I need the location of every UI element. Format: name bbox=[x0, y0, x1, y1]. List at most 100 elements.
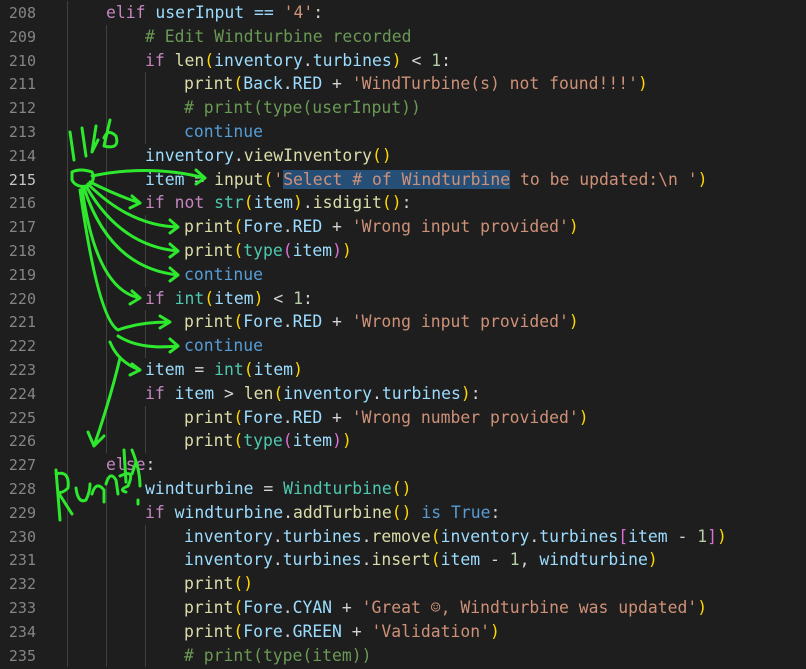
code-text[interactable]: inventory.viewInventory() bbox=[145, 144, 392, 168]
code-line[interactable]: 214 inventory.viewInventory() bbox=[0, 143, 806, 168]
indent-guide bbox=[67, 524, 68, 549]
line-number: 214 bbox=[8, 146, 36, 165]
code-token: . bbox=[282, 407, 293, 427]
code-text[interactable]: print() bbox=[184, 572, 253, 596]
code-token: . bbox=[282, 74, 293, 94]
code-line[interactable]: 218 print(type(item)) bbox=[0, 239, 806, 263]
line-number: 229 bbox=[8, 503, 36, 522]
code-text[interactable]: continue bbox=[184, 120, 263, 144]
code-text[interactable]: continue bbox=[184, 263, 263, 287]
code-text[interactable]: continue bbox=[184, 334, 263, 358]
indent-guide bbox=[106, 619, 107, 644]
code-text[interactable]: if not str(item).isdigit(): bbox=[145, 191, 412, 215]
code-token: ) bbox=[716, 526, 727, 546]
code-line[interactable]: 226 print(type(item)) bbox=[0, 429, 806, 454]
code-line[interactable]: 221 print(Fore.RED + 'Wrong input provide… bbox=[0, 310, 806, 335]
code-token: inventory bbox=[184, 526, 273, 546]
code-line[interactable]: 215 item = input('Select # of Windturbine… bbox=[0, 167, 806, 192]
code-text[interactable]: inventory.turbines.insert(item - 1, wind… bbox=[184, 548, 658, 572]
code-line[interactable]: 211 print(Back.RED + 'WindTurbine(s) not … bbox=[0, 72, 806, 97]
line-number: 210 bbox=[8, 51, 36, 70]
code-line[interactable]: 210 if len(inventory.turbines) < 1: bbox=[0, 48, 806, 73]
code-line[interactable]: 231 inventory.turbines.insert(item - 1, w… bbox=[0, 548, 806, 573]
code-text[interactable]: if int(item) < 1: bbox=[145, 287, 313, 311]
code-token: ( bbox=[243, 360, 254, 379]
code-text[interactable]: elif userInput == '4': bbox=[106, 1, 323, 25]
code-text[interactable]: item = input('Select # of Windturbine to… bbox=[145, 168, 708, 192]
code-text[interactable]: print(type(item)) bbox=[184, 429, 352, 453]
code-token: item bbox=[292, 241, 333, 260]
indent-guide bbox=[67, 286, 68, 311]
code-token: is bbox=[411, 502, 451, 522]
code-text[interactable]: # print(type(item)) bbox=[184, 644, 372, 668]
code-text[interactable]: print(Fore.GREEN + 'Validation') bbox=[184, 620, 500, 644]
code-token: ( bbox=[233, 598, 244, 617]
code-token: len bbox=[174, 50, 205, 70]
code-text[interactable]: inventory.turbines.remove(inventory.turb… bbox=[184, 525, 727, 549]
code-text[interactable]: print(Fore.RED + 'Wrong input provided') bbox=[184, 215, 579, 239]
line-number: 221 bbox=[8, 313, 36, 332]
line-number: 212 bbox=[8, 99, 36, 118]
code-text[interactable]: windturbine = Windturbine() bbox=[145, 477, 411, 501]
code-text[interactable]: # Edit Windturbine recorded bbox=[145, 25, 411, 49]
indent-guide bbox=[106, 596, 107, 620]
code-token: 1 bbox=[431, 50, 442, 70]
code-token: - bbox=[667, 526, 698, 546]
indent-guide bbox=[106, 72, 107, 97]
code-text[interactable]: print(type(item)) bbox=[184, 239, 352, 263]
code-line[interactable]: 224 if item > len(inventory.turbines): bbox=[0, 381, 806, 406]
indent-guide bbox=[106, 334, 107, 358]
indent-guide bbox=[67, 72, 68, 97]
code-line[interactable]: 233 print(Fore.CYAN + 'Great ☺, Windturbi… bbox=[0, 596, 806, 620]
code-line[interactable]: 219 continue bbox=[0, 262, 806, 287]
indent-guide bbox=[67, 381, 68, 406]
code-token: . bbox=[272, 550, 283, 570]
code-text[interactable]: print(Fore.CYAN + 'Great ☺, Windturbine … bbox=[184, 596, 707, 620]
indent-guide bbox=[67, 262, 68, 287]
code-text[interactable]: # print(type(userInput)) bbox=[184, 96, 421, 120]
code-text[interactable]: item = int(item) bbox=[145, 358, 303, 382]
code-line[interactable]: 228 windturbine = Windturbine() bbox=[0, 477, 806, 501]
code-line[interactable]: 230 inventory.turbines.remove(inventory.t… bbox=[0, 524, 806, 549]
code-line[interactable]: 232 print() bbox=[0, 572, 806, 596]
code-token: windturbine bbox=[539, 550, 648, 570]
indent-guide bbox=[106, 429, 107, 454]
code-token: Fore bbox=[243, 598, 283, 617]
code-line[interactable]: 227 else: bbox=[0, 453, 806, 477]
code-text[interactable]: else: bbox=[106, 453, 155, 477]
code-line[interactable]: 209 # Edit Windturbine recorded bbox=[0, 24, 806, 49]
code-line[interactable]: 235 # print(type(item)) bbox=[0, 643, 806, 668]
code-token: isdigit bbox=[312, 193, 382, 213]
code-token: insert bbox=[371, 550, 431, 570]
code-line[interactable]: 234 print(Fore.GREEN + 'Validation') bbox=[0, 619, 806, 644]
code-editor[interactable]: 208 elif userInput == '4': 209 # Edit Windt… bbox=[0, 0, 806, 669]
indent-guide bbox=[145, 310, 146, 335]
code-line[interactable]: 217 print(Fore.RED + 'Wrong input provide… bbox=[0, 215, 806, 239]
code-line[interactable]: 220 if int(item) < 1: bbox=[0, 286, 806, 311]
code-token: RED bbox=[292, 217, 323, 237]
code-line[interactable]: 216 if not str(item).isdigit(): bbox=[0, 191, 806, 216]
code-line[interactable]: 213 continue bbox=[0, 120, 806, 144]
code-line[interactable]: 208 elif userInput == '4': bbox=[0, 1, 806, 25]
code-token: RED bbox=[292, 312, 323, 332]
code-token: . bbox=[361, 526, 372, 546]
code-token: ) bbox=[647, 550, 658, 570]
code-token: ) bbox=[341, 431, 352, 451]
code-token: : bbox=[470, 383, 481, 403]
code-line[interactable]: 229 if windturbine.addTurbine() is True: bbox=[0, 500, 806, 525]
code-line[interactable]: 223 item = int(item) bbox=[0, 358, 806, 382]
indent-guide bbox=[106, 381, 107, 406]
code-text[interactable]: print(Fore.RED + 'Wrong input provided') bbox=[184, 310, 579, 334]
code-text[interactable]: print(Fore.RED + 'Wrong number provided'… bbox=[184, 406, 589, 430]
indent-guide bbox=[67, 96, 68, 120]
code-line[interactable]: 222 continue bbox=[0, 334, 806, 358]
code-text[interactable]: if windturbine.addTurbine() is True: bbox=[145, 501, 500, 525]
indent-guide bbox=[145, 72, 146, 97]
code-line[interactable]: 212 # print(type(userInput)) bbox=[0, 96, 806, 120]
code-token: inventory bbox=[440, 526, 530, 546]
code-line[interactable]: 225 print(Fore.RED + 'Wrong number provid… bbox=[0, 405, 806, 430]
code-text[interactable]: print(Back.RED + 'WindTurbine(s) not fou… bbox=[184, 72, 648, 96]
code-text[interactable]: if item > len(inventory.turbines): bbox=[145, 382, 481, 406]
code-token: ) bbox=[578, 407, 589, 427]
code-text[interactable]: if len(inventory.turbines) < 1: bbox=[145, 49, 451, 73]
